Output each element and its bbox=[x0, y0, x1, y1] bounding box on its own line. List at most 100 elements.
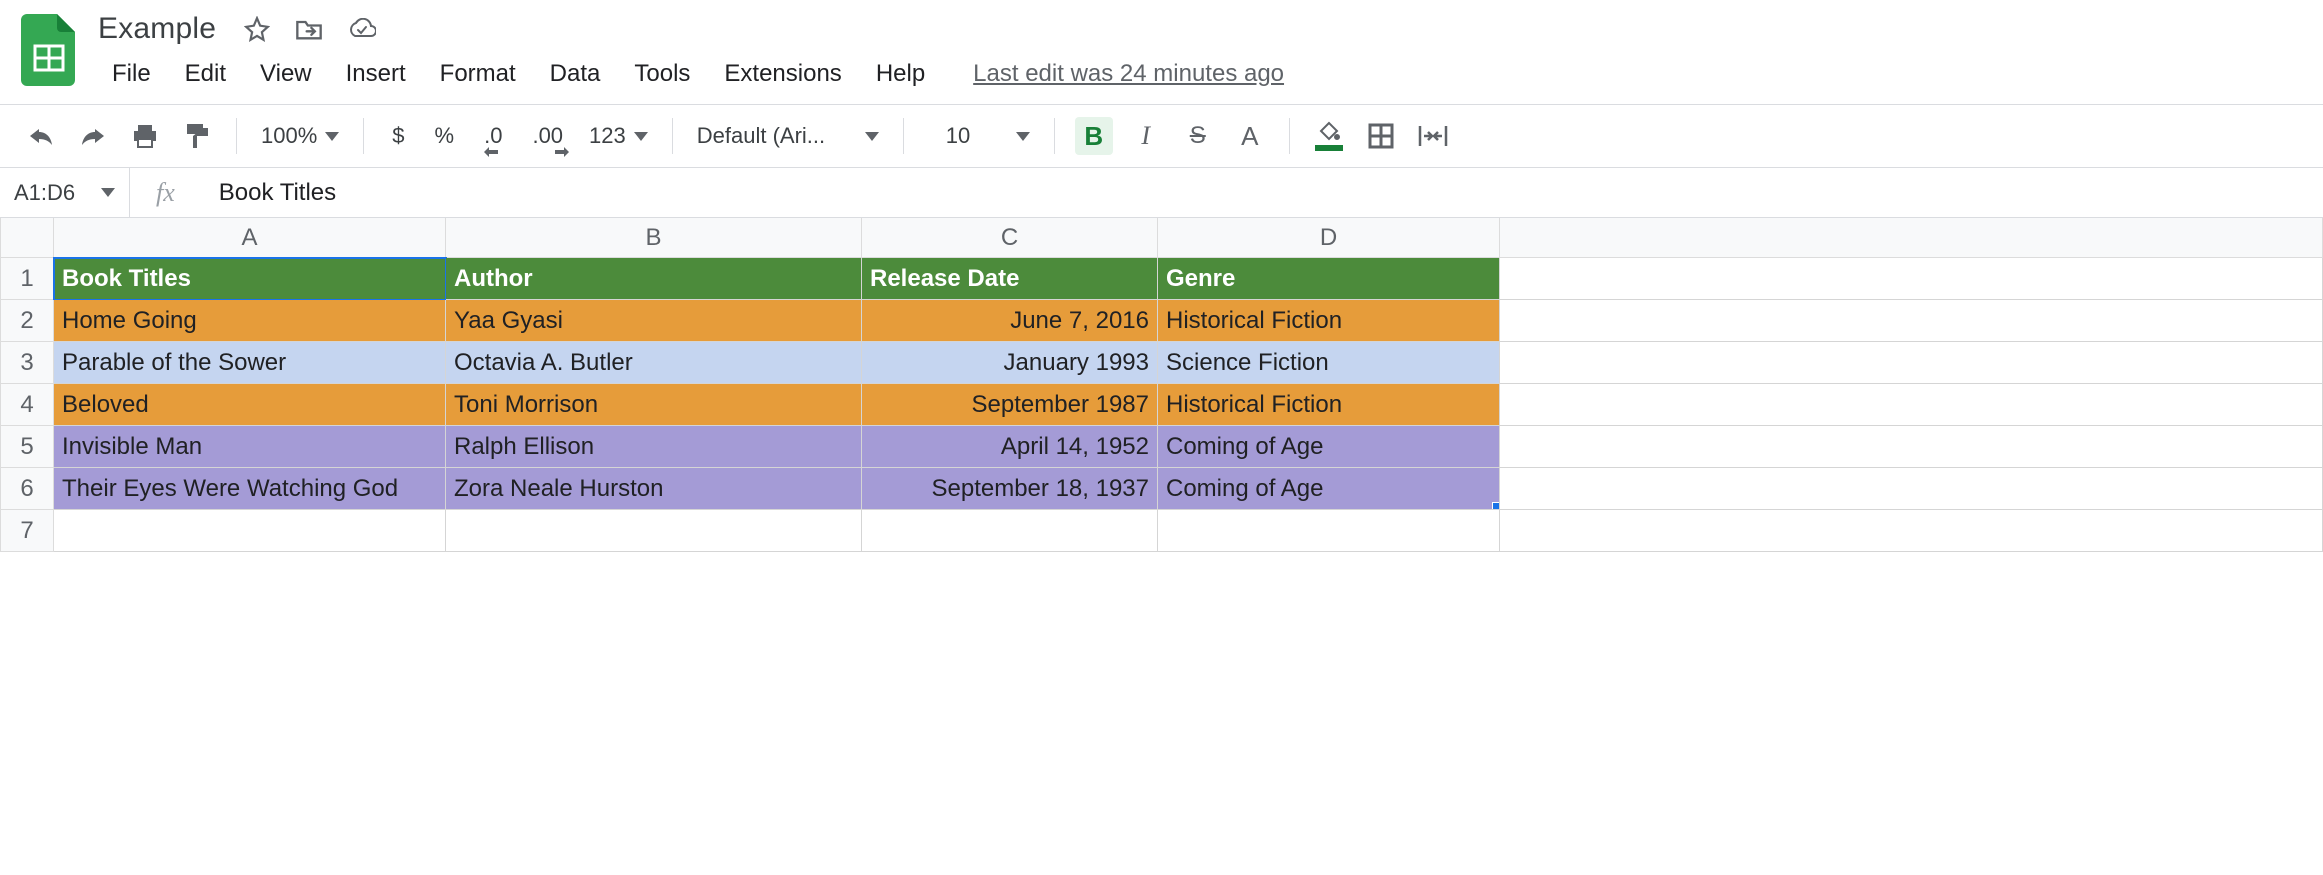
bold-button[interactable]: B bbox=[1075, 117, 1113, 155]
cell-D5[interactable]: Coming of Age bbox=[1158, 426, 1500, 468]
percent-button[interactable]: % bbox=[427, 119, 463, 153]
row-header[interactable]: 4 bbox=[0, 384, 54, 426]
select-all-corner[interactable] bbox=[0, 218, 54, 258]
row-header[interactable]: 1 bbox=[0, 258, 54, 300]
cell-C1[interactable]: Release Date bbox=[862, 258, 1158, 300]
menu-format[interactable]: Format bbox=[424, 54, 532, 94]
title-actions bbox=[240, 12, 378, 46]
row-header[interactable]: 5 bbox=[0, 426, 54, 468]
cell-B7[interactable] bbox=[446, 510, 862, 552]
cell-D6[interactable]: Coming of Age bbox=[1158, 468, 1500, 510]
doc-title[interactable]: Example bbox=[98, 12, 216, 46]
menu-help[interactable]: Help bbox=[860, 54, 941, 94]
row-header[interactable]: 2 bbox=[0, 300, 54, 342]
cell-B5[interactable]: Ralph Ellison bbox=[446, 426, 862, 468]
cell-A3[interactable]: Parable of the Sower bbox=[54, 342, 446, 384]
cell-C5[interactable]: April 14, 1952 bbox=[862, 426, 1158, 468]
menu-data[interactable]: Data bbox=[534, 54, 617, 94]
cell-D3[interactable]: Science Fiction bbox=[1158, 342, 1500, 384]
col-header-B[interactable]: B bbox=[446, 218, 862, 258]
cell-B4[interactable]: Toni Morrison bbox=[446, 384, 862, 426]
menu-extensions[interactable]: Extensions bbox=[708, 54, 857, 94]
menu-tools[interactable]: Tools bbox=[618, 54, 706, 94]
cell-empty[interactable] bbox=[1500, 510, 2323, 552]
toolbar-separator bbox=[903, 118, 904, 154]
menu-edit[interactable]: Edit bbox=[169, 54, 242, 94]
cell-A6[interactable]: Their Eyes Were Watching God bbox=[54, 468, 446, 510]
number-format-dropdown[interactable]: 123 bbox=[585, 119, 652, 153]
col-header-A[interactable]: A bbox=[54, 218, 446, 258]
row-header[interactable]: 7 bbox=[0, 510, 54, 552]
italic-button[interactable]: I bbox=[1127, 117, 1165, 155]
paint-format-icon[interactable] bbox=[178, 117, 216, 155]
text-color-button[interactable]: A bbox=[1231, 117, 1269, 155]
font-family-dropdown[interactable]: Default (Ari... bbox=[693, 119, 883, 153]
chevron-down-icon bbox=[1016, 132, 1030, 141]
cell-B3[interactable]: Octavia A. Butler bbox=[446, 342, 862, 384]
menu-view[interactable]: View bbox=[244, 54, 328, 94]
col-header-D[interactable]: D bbox=[1158, 218, 1500, 258]
cell-empty[interactable] bbox=[1500, 342, 2323, 384]
undo-icon[interactable] bbox=[22, 117, 60, 155]
zoom-dropdown[interactable]: 100% bbox=[257, 119, 343, 153]
decrease-decimal-button[interactable]: .0 bbox=[476, 119, 510, 153]
spreadsheet-grid[interactable]: A B C D 1 Book Titles Author Release Dat… bbox=[0, 218, 2323, 552]
name-box-value: A1:D6 bbox=[14, 180, 75, 206]
cell-A4[interactable]: Beloved bbox=[54, 384, 446, 426]
col-header-empty[interactable] bbox=[1500, 218, 2323, 258]
cell-A1[interactable]: Book Titles bbox=[54, 258, 446, 300]
fill-color-button[interactable] bbox=[1310, 117, 1348, 155]
cell-empty[interactable] bbox=[1500, 384, 2323, 426]
cell-D4[interactable]: Historical Fiction bbox=[1158, 384, 1500, 426]
print-icon[interactable] bbox=[126, 117, 164, 155]
cell-empty[interactable] bbox=[1500, 468, 2323, 510]
cell-A7[interactable] bbox=[54, 510, 446, 552]
chevron-down-icon bbox=[325, 132, 339, 141]
cell-B2[interactable]: Yaa Gyasi bbox=[446, 300, 862, 342]
cell-empty[interactable] bbox=[1500, 426, 2323, 468]
cell-C4[interactable]: September 1987 bbox=[862, 384, 1158, 426]
toolbar-separator bbox=[672, 118, 673, 154]
col-header-C[interactable]: C bbox=[862, 218, 1158, 258]
cell-empty[interactable] bbox=[1500, 300, 2323, 342]
row-header[interactable]: 3 bbox=[0, 342, 54, 384]
star-icon[interactable] bbox=[240, 12, 274, 46]
chevron-down-icon bbox=[865, 132, 879, 141]
increase-decimal-label: .00 bbox=[532, 123, 563, 148]
sheets-logo-icon[interactable] bbox=[20, 12, 76, 88]
borders-button[interactable] bbox=[1362, 117, 1400, 155]
redo-icon[interactable] bbox=[74, 117, 112, 155]
chevron-down-icon bbox=[634, 132, 648, 141]
strikethrough-button[interactable]: S bbox=[1179, 117, 1217, 155]
move-folder-icon[interactable] bbox=[292, 12, 326, 46]
cell-D1[interactable]: Genre bbox=[1158, 258, 1500, 300]
toolbar-separator bbox=[363, 118, 364, 154]
cell-empty[interactable] bbox=[1500, 258, 2323, 300]
name-box[interactable]: A1:D6 bbox=[0, 168, 130, 217]
cell-B6[interactable]: Zora Neale Hurston bbox=[446, 468, 862, 510]
row-header[interactable]: 6 bbox=[0, 468, 54, 510]
increase-decimal-button[interactable]: .00 bbox=[524, 119, 571, 153]
menu-insert[interactable]: Insert bbox=[330, 54, 422, 94]
cell-D2[interactable]: Historical Fiction bbox=[1158, 300, 1500, 342]
cloud-status-icon[interactable] bbox=[344, 12, 378, 46]
cell-C6[interactable]: September 18, 1937 bbox=[862, 468, 1158, 510]
title-row: Example bbox=[96, 6, 2307, 52]
cell-D7[interactable] bbox=[1158, 510, 1500, 552]
font-family-label: Default (Ari... bbox=[697, 123, 825, 149]
currency-button[interactable]: $ bbox=[384, 119, 412, 153]
formula-input[interactable]: Book Titles bbox=[211, 168, 2323, 217]
cell-C2[interactable]: June 7, 2016 bbox=[862, 300, 1158, 342]
toolbar-separator bbox=[1289, 118, 1290, 154]
cell-A2[interactable]: Home Going bbox=[54, 300, 446, 342]
zoom-value: 100% bbox=[261, 123, 317, 149]
cell-A5[interactable]: Invisible Man bbox=[54, 426, 446, 468]
font-size-dropdown[interactable]: 10 bbox=[924, 119, 1034, 153]
cell-C3[interactable]: January 1993 bbox=[862, 342, 1158, 384]
cell-C7[interactable] bbox=[862, 510, 1158, 552]
cell-B1[interactable]: Author bbox=[446, 258, 862, 300]
menu-file[interactable]: File bbox=[96, 54, 167, 94]
chevron-down-icon bbox=[101, 188, 115, 197]
merge-cells-button[interactable] bbox=[1414, 117, 1452, 155]
last-edit-link[interactable]: Last edit was 24 minutes ago bbox=[973, 60, 1284, 88]
